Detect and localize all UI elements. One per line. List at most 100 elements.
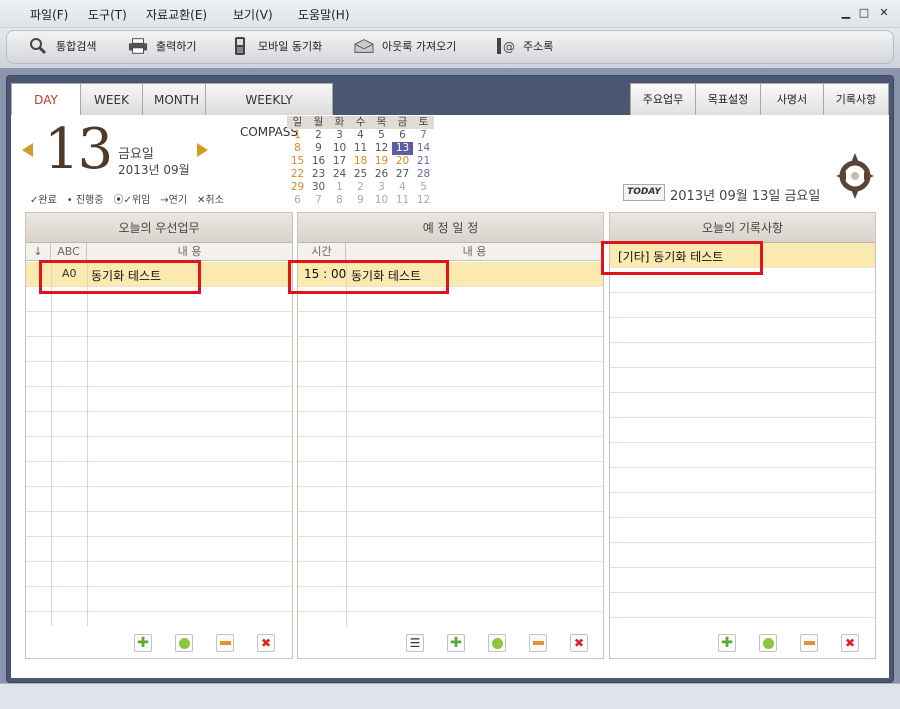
edit-button[interactable] bbox=[759, 634, 777, 652]
calendar-day[interactable]: 14 bbox=[413, 142, 434, 155]
menu-file[interactable]: 파일(F) bbox=[30, 6, 68, 23]
print-button[interactable]: 출력하기 bbox=[128, 37, 196, 55]
abc-column-header[interactable]: ABC bbox=[51, 243, 87, 260]
sort-column-header[interactable]: ↓ bbox=[26, 243, 51, 260]
calendar-day[interactable]: 11 bbox=[350, 142, 371, 155]
calendar-day[interactable]: 12 bbox=[371, 142, 392, 155]
mobile-sync-button[interactable]: 모바일 동기화 bbox=[230, 37, 322, 55]
remove-button[interactable] bbox=[216, 634, 234, 652]
schedule-list-lines bbox=[298, 262, 603, 626]
tab-weekly-compass[interactable]: WEEKLY COMPASS bbox=[205, 83, 333, 139]
calendar-day[interactable]: 6 bbox=[287, 194, 308, 207]
delete-button[interactable]: ✖ bbox=[841, 634, 859, 652]
calendar-day[interactable]: 3 bbox=[371, 181, 392, 194]
calendar-day[interactable]: 27 bbox=[392, 168, 413, 181]
calendar-day[interactable]: 19 bbox=[371, 155, 392, 168]
year-month-label: 2013년 09월 bbox=[118, 163, 190, 177]
tab-week[interactable]: WEEK bbox=[80, 83, 143, 115]
calendar-day[interactable]: 8 bbox=[287, 142, 308, 155]
calendar-day[interactable]: 3 bbox=[329, 129, 350, 142]
tab-key-tasks[interactable]: 주요업무 bbox=[630, 83, 696, 115]
minimize-icon[interactable]: ▁ bbox=[839, 6, 853, 20]
add-button[interactable]: ✚ bbox=[447, 634, 465, 652]
time-column-header[interactable]: 시간 bbox=[298, 243, 346, 260]
search-icon bbox=[28, 37, 48, 55]
calendar-day[interactable]: 30 bbox=[308, 181, 329, 194]
calendar-day[interactable]: 29 bbox=[287, 181, 308, 194]
tab-goal-setting[interactable]: 목표설정 bbox=[695, 83, 761, 115]
today-button[interactable]: TODAY bbox=[623, 184, 665, 201]
calendar-dow: 화 bbox=[334, 116, 345, 128]
tab-records[interactable]: 기록사항 bbox=[823, 83, 889, 115]
calendar-day[interactable]: 18 bbox=[350, 155, 371, 168]
content-column-header: 내 용 bbox=[177, 245, 202, 258]
calendar-day[interactable]: 2 bbox=[308, 129, 329, 142]
next-day-arrow-icon[interactable] bbox=[197, 143, 208, 157]
notes-panel: 오늘의 기록사항 [기타] 동기화 테스트 ✚ ✖ bbox=[609, 212, 876, 659]
calendar-day[interactable]: 4 bbox=[392, 181, 413, 194]
compass-icon[interactable] bbox=[836, 153, 874, 199]
calendar-day[interactable]: 23 bbox=[308, 168, 329, 181]
priority-tasks-title: 오늘의 우선업무 bbox=[26, 213, 292, 243]
calendar-day[interactable]: 4 bbox=[350, 129, 371, 142]
calendar-day[interactable]: 9 bbox=[308, 142, 329, 155]
menu-tools[interactable]: 도구(T) bbox=[88, 6, 127, 23]
weekday-label: 금요일 bbox=[118, 147, 154, 162]
calendar-day[interactable]: 17 bbox=[329, 155, 350, 168]
calendar-day[interactable]: 5 bbox=[371, 129, 392, 142]
tab-day[interactable]: DAY bbox=[11, 83, 81, 115]
search-button[interactable]: 통합검색 bbox=[28, 37, 96, 55]
delete-button[interactable]: ✖ bbox=[257, 634, 275, 652]
calendar-day[interactable]: 24 bbox=[329, 168, 350, 181]
calendar-day[interactable]: 8 bbox=[329, 194, 350, 207]
calendar-day[interactable]: 10 bbox=[371, 194, 392, 207]
edit-button[interactable] bbox=[488, 634, 506, 652]
circle-icon bbox=[491, 637, 503, 649]
tab-mission-statement[interactable]: 사명서 bbox=[760, 83, 824, 115]
search-button-label: 통합검색 bbox=[56, 40, 97, 53]
menu-help[interactable]: 도움말(H) bbox=[298, 6, 350, 23]
calendar-day[interactable]: 26 bbox=[371, 168, 392, 181]
remove-button[interactable] bbox=[800, 634, 818, 652]
calendar-day[interactable]: 6 bbox=[392, 129, 413, 142]
calendar-day-selected[interactable]: 13 bbox=[392, 142, 413, 155]
status-legend: ✓완료 • 진행중 ⦿✓위임 →연기 ✕취소 bbox=[30, 191, 224, 206]
calendar-day[interactable]: 1 bbox=[329, 181, 350, 194]
calendar-day[interactable]: 15 bbox=[287, 155, 308, 168]
column-divider bbox=[346, 262, 347, 626]
prev-day-arrow-icon[interactable] bbox=[22, 143, 33, 157]
remove-button[interactable] bbox=[529, 634, 547, 652]
maximize-icon[interactable]: □ bbox=[857, 6, 871, 20]
circle-icon bbox=[762, 637, 774, 649]
calendar-day[interactable]: 22 bbox=[287, 168, 308, 181]
menu-data-exchange[interactable]: 자료교환(E) bbox=[146, 6, 207, 23]
list-button[interactable]: ☰ bbox=[406, 634, 424, 652]
calendar-day[interactable]: 21 bbox=[413, 155, 434, 168]
calendar-day[interactable]: 2 bbox=[350, 181, 371, 194]
calendar-day[interactable]: 11 bbox=[392, 194, 413, 207]
calendar-day[interactable]: 20 bbox=[392, 155, 413, 168]
tab-month[interactable]: MONTH bbox=[142, 83, 206, 115]
address-book-button[interactable]: @ 주소록 bbox=[495, 37, 553, 55]
delete-button[interactable]: ✖ bbox=[570, 634, 588, 652]
legend-cancelled: ✕취소 bbox=[197, 195, 224, 206]
status-bar bbox=[0, 683, 900, 709]
calendar-day[interactable]: 28 bbox=[413, 168, 434, 181]
calendar-day[interactable]: 12 bbox=[413, 194, 434, 207]
calendar-day[interactable]: 7 bbox=[308, 194, 329, 207]
outlook-import-button[interactable]: 아웃룩 가져오기 bbox=[354, 37, 456, 55]
calendar-day[interactable]: 16 bbox=[308, 155, 329, 168]
add-button[interactable]: ✚ bbox=[134, 634, 152, 652]
calendar-day[interactable]: 1 bbox=[287, 129, 308, 142]
menu-bar: 파일(F) 도구(T) 자료교환(E) 보기(V) 도움말(H) ▁ □ ✕ bbox=[0, 0, 900, 28]
legend-done: ✓완료 bbox=[30, 195, 57, 206]
edit-button[interactable] bbox=[175, 634, 193, 652]
calendar-day[interactable]: 9 bbox=[350, 194, 371, 207]
add-button[interactable]: ✚ bbox=[718, 634, 736, 652]
calendar-day[interactable]: 7 bbox=[413, 129, 434, 142]
calendar-day[interactable]: 5 bbox=[413, 181, 434, 194]
calendar-day[interactable]: 10 bbox=[329, 142, 350, 155]
menu-view[interactable]: 보기(V) bbox=[233, 6, 273, 23]
close-icon[interactable]: ✕ bbox=[877, 6, 891, 20]
calendar-day[interactable]: 25 bbox=[350, 168, 371, 181]
